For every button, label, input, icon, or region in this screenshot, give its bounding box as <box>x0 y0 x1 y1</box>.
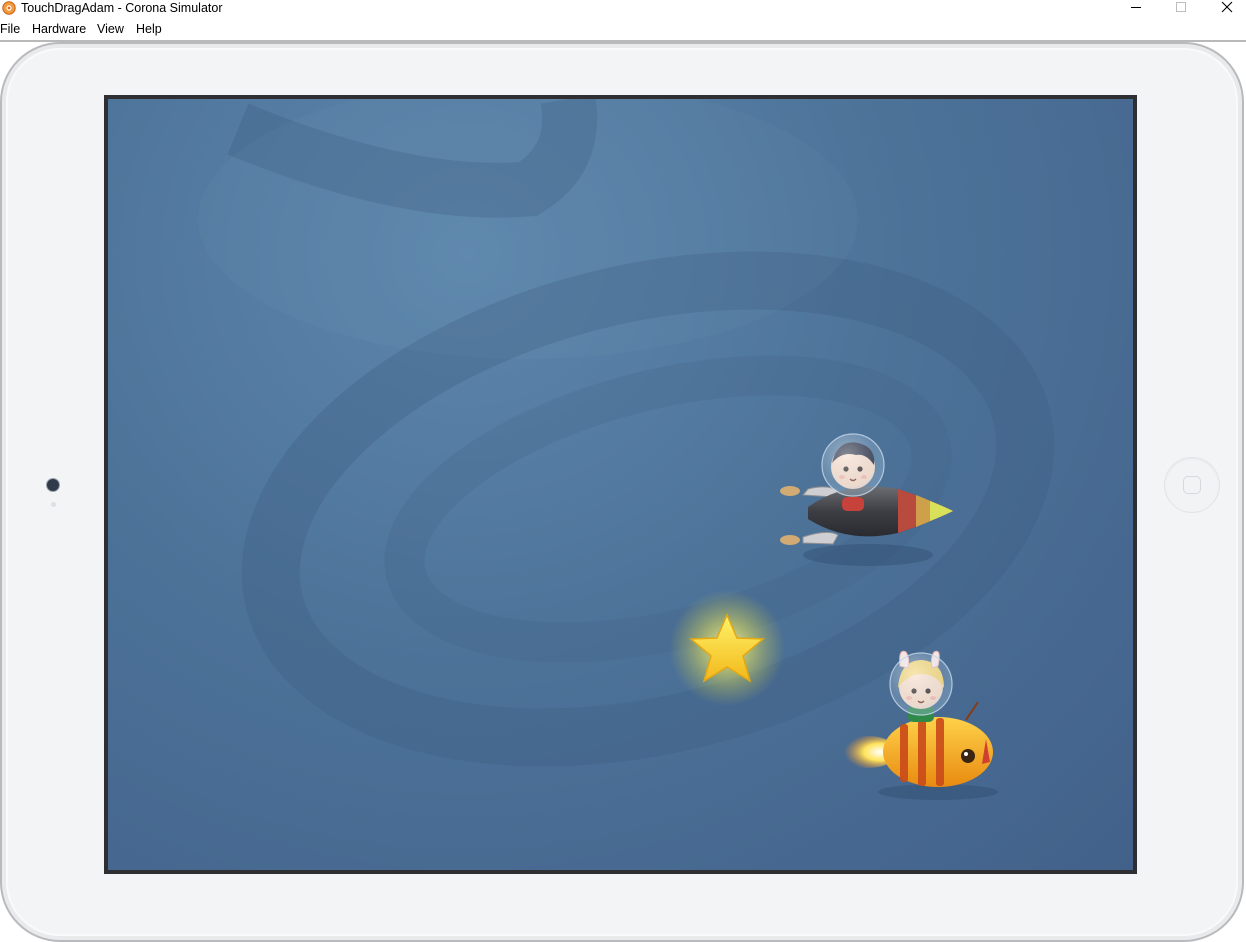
menu-bar: File Hardware View Help <box>0 19 1246 40</box>
home-button[interactable] <box>1164 457 1220 513</box>
camera-sensor <box>51 502 56 507</box>
window-title: TouchDragAdam - Corona Simulator <box>21 1 223 15</box>
menu-hardware[interactable]: Hardware <box>32 21 86 37</box>
maximize-icon <box>1175 0 1187 18</box>
game-scene <box>198 99 1055 800</box>
minimize-button[interactable] <box>1113 0 1159 18</box>
corona-icon <box>2 1 16 15</box>
home-square-icon <box>1183 476 1201 494</box>
game-viewport[interactable] <box>108 99 1133 870</box>
close-button[interactable] <box>1204 0 1246 18</box>
minimize-icon <box>1130 0 1142 18</box>
menu-help[interactable]: Help <box>136 21 162 37</box>
front-camera <box>46 478 60 492</box>
device-screen <box>104 95 1137 874</box>
menu-file[interactable]: File <box>0 21 20 37</box>
maximize-button[interactable] <box>1158 0 1204 18</box>
menu-view[interactable]: View <box>97 21 124 37</box>
title-bar: TouchDragAdam - Corona Simulator <box>0 0 1246 18</box>
star-sprite <box>669 590 785 706</box>
close-icon <box>1221 0 1233 18</box>
